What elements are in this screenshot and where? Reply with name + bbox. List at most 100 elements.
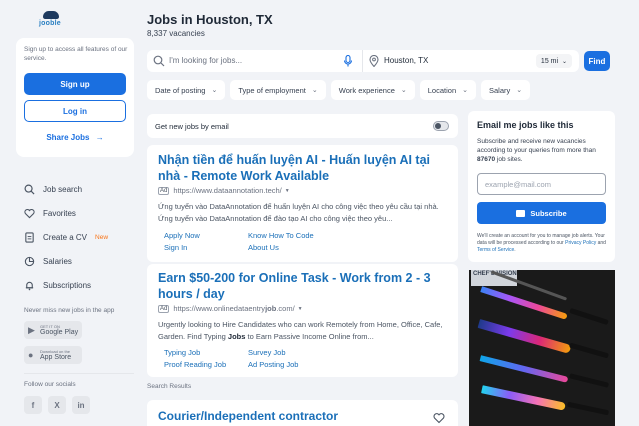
google-play-label: Google Play <box>40 329 79 336</box>
caret-down-icon: ▼ <box>297 305 303 312</box>
job-alert-toggle[interactable] <box>433 121 449 131</box>
sidebar-item-favorites[interactable]: Favorites <box>24 201 108 225</box>
search-results-label: Search Results <box>147 383 192 390</box>
sidebar-item-label: Favorites <box>43 208 76 218</box>
filter-salary[interactable]: Salary ⌄ <box>481 80 531 100</box>
ad-sitelinks: Apply Now Know How To Code Sign In About… <box>164 231 338 253</box>
sidebar-item-create-cv[interactable]: Create a CV New <box>24 225 108 249</box>
email-field[interactable]: example@mail.com <box>477 173 606 195</box>
ad-sitelink[interactable]: About Us <box>248 243 338 253</box>
apple-icon: ● <box>28 349 34 360</box>
signup-button[interactable]: Sign up <box>24 73 126 95</box>
radius-value: 15 mi <box>540 57 559 65</box>
page-title: Jobs in Houston, TX <box>147 12 273 27</box>
chevron-down-icon: ⌄ <box>516 87 523 94</box>
microphone-icon[interactable] <box>343 55 353 67</box>
ad-sitelink[interactable]: Know How To Code <box>248 231 338 241</box>
favorite-heart-icon[interactable] <box>433 412 445 424</box>
heart-icon <box>24 208 35 218</box>
app-store-button[interactable]: ● Download on the App Store <box>24 346 82 364</box>
ad-sitelink[interactable]: Proof Reading Job <box>164 360 248 370</box>
job-alert-row: Get new jobs by email <box>147 114 458 138</box>
document-icon <box>25 231 34 243</box>
find-button[interactable]: Find <box>584 51 610 71</box>
ad-sitelink[interactable]: Ad Posting Job <box>248 360 338 370</box>
sidebar-item-label: Subscriptions <box>43 280 92 290</box>
knife-shape <box>477 319 572 354</box>
ad-sitelinks: Typing Job Survey Job Proof Reading Job … <box>164 348 338 370</box>
legal-and: and <box>596 240 606 246</box>
ad-desc-highlight: Jobs <box>227 332 246 341</box>
signup-card: Sign up to access all features of our se… <box>16 38 134 157</box>
ad-sitelink[interactable]: Survey Job <box>248 348 338 358</box>
sidebar-item-subscriptions[interactable]: Subscriptions <box>24 273 108 297</box>
ad-url[interactable]: https://www.onlinedataentryjob.com/ <box>173 304 294 313</box>
knife-shape <box>480 286 568 320</box>
search-bar: I'm looking for jobs... Houston, TX 15 m… <box>147 50 579 72</box>
subscribe-button[interactable]: Subscribe <box>477 202 606 224</box>
app-store-label: App Store <box>40 354 72 361</box>
knife-handle <box>568 373 610 388</box>
filter-type-of-employment[interactable]: Type of employment ⌄ <box>230 80 326 100</box>
jooble-logo[interactable]: jooble <box>39 9 65 31</box>
vacancy-count: 8,337 vacancies <box>147 29 205 38</box>
chevron-down-icon: ⌄ <box>211 87 218 94</box>
share-jobs-link[interactable]: Share Jobs → <box>16 133 134 142</box>
filter-location[interactable]: Location ⌄ <box>419 80 476 100</box>
chevron-down-icon: ⌄ <box>400 87 407 94</box>
bell-icon <box>25 281 34 290</box>
sidebar-item-job-search[interactable]: Job search <box>24 177 108 201</box>
sidebar-item-salaries[interactable]: Salaries <box>24 249 108 273</box>
filter-label: Location <box>427 85 457 95</box>
radius-select[interactable]: 15 mi ⌄ <box>536 54 572 68</box>
sidebar-item-label: Create a CV <box>43 232 88 242</box>
ad-card: Nhận tiền để huấn luyện AI - Huấn luyện … <box>147 145 458 262</box>
ad-banner-image[interactable]: CHEF'S VISION <box>469 270 615 426</box>
google-play-button[interactable]: ▶ GET IT ON Google Play <box>24 321 82 339</box>
arrow-right-icon: → <box>95 133 104 142</box>
ad-description: Ứng tuyển vào DataAnnotation để huấn luy… <box>158 202 439 223</box>
email-panel-text-b: job sites. <box>495 156 523 163</box>
job-title[interactable]: Courier/Independent contractor <box>158 409 338 423</box>
email-panel-heading: Email me jobs like this <box>477 120 574 130</box>
search-separator <box>362 50 363 72</box>
sidebar-divider <box>24 373 134 374</box>
facebook-icon[interactable]: f <box>24 396 42 414</box>
ad-url-highlight: job <box>265 304 277 313</box>
ad-sitelink[interactable]: Typing Job <box>164 348 248 358</box>
job-card[interactable]: Courier/Independent contractor <box>147 400 458 426</box>
envelope-icon <box>516 209 526 217</box>
search-input[interactable]: I'm looking for jobs... <box>169 56 242 65</box>
ad-url[interactable]: https://www.dataannotation.tech/ <box>173 186 281 195</box>
filter-bar: Date of posting ⌄ Type of employment ⌄ Wor… <box>147 80 531 100</box>
search-icon <box>24 184 35 195</box>
x-twitter-icon[interactable]: X <box>48 396 66 414</box>
filter-work-experience[interactable]: Work experience ⌄ <box>330 80 415 100</box>
email-panel-text: Subscribe and receive new vacancies acco… <box>477 137 607 164</box>
privacy-policy-link[interactable]: Privacy Policy <box>565 240 596 246</box>
linkedin-icon[interactable]: in <box>72 396 90 414</box>
legal-text: We'll create an account for you to manag… <box>477 233 607 254</box>
login-button[interactable]: Log in <box>24 100 126 122</box>
filter-label: Date of posting <box>155 85 206 95</box>
chevron-down-icon: ⌄ <box>462 87 468 94</box>
location-pin-icon <box>369 55 379 67</box>
share-jobs-label: Share Jobs <box>46 133 90 142</box>
new-badge: New <box>95 233 109 241</box>
knife-handle <box>569 342 609 359</box>
subscribe-label: Subscribe <box>530 208 567 218</box>
ad-sitelink[interactable]: Apply Now <box>164 231 248 241</box>
ad-title[interactable]: Nhận tiền để huấn luyện AI - Huấn luyện … <box>158 152 452 184</box>
ad-title[interactable]: Earn $50-200 for Online Task - Work from… <box>158 270 452 302</box>
filter-date-of-posting[interactable]: Date of posting ⌄ <box>147 80 226 100</box>
sidebar-nav: Job search Favorites Create a CV New Sal… <box>24 177 108 297</box>
location-input[interactable]: Houston, TX <box>384 56 428 65</box>
whale-logo-icon <box>43 11 59 19</box>
knife-shape <box>479 355 569 383</box>
ad-sitelink[interactable]: Sign In <box>164 243 248 253</box>
filter-label: Salary <box>489 85 511 95</box>
signup-note: Sign up to access all features of our se… <box>24 46 128 62</box>
terms-link[interactable]: Terms of Service <box>477 247 514 253</box>
job-alert-label: Get new jobs by email <box>155 122 229 131</box>
sidebar-item-label: Job search <box>43 184 83 194</box>
